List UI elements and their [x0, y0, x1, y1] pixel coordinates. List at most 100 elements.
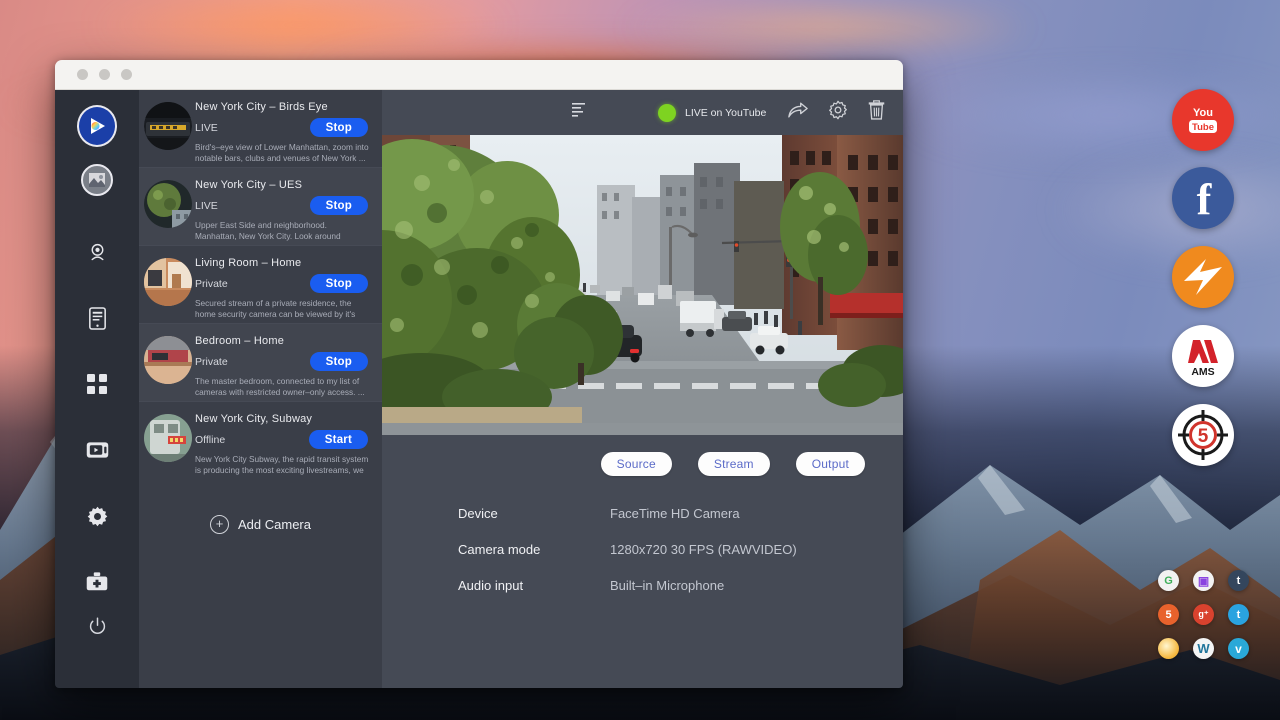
info-value[interactable]: FaceTime HD Camera: [610, 506, 740, 521]
camera-state: LIVE: [195, 200, 218, 212]
list-item[interactable]: New York City, Subway Offline Start New …: [139, 402, 382, 480]
info-value[interactable]: Built–in Microphone: [610, 578, 724, 593]
camera-state: LIVE: [195, 122, 218, 134]
live-status-indicator: LIVE on YouTube: [658, 104, 766, 122]
camera-thumbnail: [144, 414, 192, 462]
camera-action-button[interactable]: Stop: [310, 118, 368, 137]
camera-action-button[interactable]: Stop: [310, 352, 368, 371]
info-label: Device: [458, 506, 610, 521]
first-aid-kit-icon: [86, 572, 108, 592]
sidebar-item-account[interactable]: [77, 160, 117, 200]
add-camera-label: Add Camera: [238, 517, 311, 532]
power-icon: [88, 617, 107, 636]
channel5-mini-icon[interactable]: 5: [1158, 604, 1179, 625]
main-panel: LIVE on YouTube: [382, 90, 903, 688]
sky-cloud: [90, 0, 510, 60]
sidebar-item-mobile[interactable]: [77, 298, 117, 338]
camera-title: Bedroom – Home: [195, 335, 374, 347]
camera-description: Upper East Side and neighborhood. Manhat…: [195, 220, 374, 243]
share-button[interactable]: [788, 102, 808, 124]
list-item[interactable]: New York City – UES LIVE Stop Upper East…: [139, 168, 382, 246]
svg-text:You: You: [1193, 107, 1213, 119]
info-row: Device FaceTime HD Camera: [458, 506, 903, 521]
wowza-dock-icon[interactable]: [1172, 246, 1234, 308]
youtube-dock-icon[interactable]: You Tube: [1172, 89, 1234, 151]
info-label: Camera mode: [458, 542, 610, 557]
settings-button[interactable]: [828, 100, 848, 125]
twitch-mini-icon[interactable]: ▣: [1193, 570, 1214, 591]
camera-description: The master bedroom, connected to my list…: [195, 376, 374, 398]
webcam-icon: [87, 242, 108, 263]
video-preview[interactable]: [382, 135, 903, 435]
camera-action-button[interactable]: Start: [309, 430, 368, 449]
add-camera-button[interactable]: + Add Camera: [139, 515, 382, 534]
info-value[interactable]: 1280x720 30 FPS (RAWVIDEO): [610, 542, 797, 557]
googleplus-mini-icon[interactable]: g⁺: [1193, 604, 1214, 625]
main-toolbar: LIVE on YouTube: [382, 90, 903, 135]
tab-source[interactable]: Source: [601, 452, 672, 476]
sky-cloud: [1050, 150, 1280, 270]
channel5-dock-icon[interactable]: 5: [1172, 404, 1234, 466]
source-info-panel: Device FaceTime HD Camera Camera mode 12…: [382, 476, 903, 614]
tab-output[interactable]: Output: [796, 452, 865, 476]
camera-title: New York City, Subway: [195, 413, 374, 425]
align-left-icon[interactable]: [572, 102, 588, 123]
maximize-window-button[interactable]: [121, 69, 132, 80]
info-row: Audio input Built–in Microphone: [458, 578, 903, 593]
trash-icon: [868, 100, 885, 120]
sidebar-item-broadcast[interactable]: [77, 430, 117, 470]
camera-action-button[interactable]: Stop: [310, 274, 368, 293]
video-device-icon: [86, 441, 109, 459]
camera-state: Private: [195, 278, 228, 290]
sidebar-item-settings[interactable]: [77, 496, 117, 536]
sidebar-item-cameras[interactable]: [77, 232, 117, 272]
info-label: Audio input: [458, 578, 610, 593]
facebook-dock-icon[interactable]: f: [1172, 167, 1234, 229]
camera-thumbnail: [144, 258, 192, 306]
wordpress-mini-icon[interactable]: W: [1193, 638, 1214, 659]
sidebar-item-dashboard[interactable]: [77, 364, 117, 404]
list-item[interactable]: Bedroom – Home Private Stop The master b…: [139, 324, 382, 402]
gumroad-mini-icon[interactable]: G: [1158, 570, 1179, 591]
sky-cloud: [620, 0, 1040, 55]
minimize-window-button[interactable]: [99, 69, 110, 80]
glow-mini-icon[interactable]: [1158, 638, 1179, 659]
sidebar-item-toolkit[interactable]: [77, 562, 117, 602]
camera-thumbnail: [144, 102, 192, 150]
camera-state: Private: [195, 356, 228, 368]
gear-icon: [87, 506, 108, 527]
vimeo-mini-icon[interactable]: v: [1228, 638, 1249, 659]
youtube-logo-icon: You Tube: [1180, 103, 1226, 137]
twitter-mini-icon[interactable]: t: [1228, 604, 1249, 625]
facebook-logo-icon: f: [1188, 176, 1218, 220]
grid-icon: [87, 374, 107, 394]
sidebar-rail: [55, 90, 139, 688]
camera-list-panel[interactable]: New York City – Birds Eye LIVE Stop Bird…: [139, 90, 382, 688]
sidebar-item-power[interactable]: [77, 606, 117, 646]
svg-text:AMS: AMS: [1191, 366, 1214, 378]
camera-state: Offline: [195, 434, 225, 446]
user-photo-icon: [81, 164, 113, 196]
delete-button[interactable]: [868, 100, 885, 125]
window-titlebar: [55, 60, 903, 90]
target-five-icon: 5: [1175, 407, 1231, 463]
svg-text:5: 5: [1198, 426, 1209, 447]
tab-stream[interactable]: Stream: [698, 452, 770, 476]
share-arrow-icon: [788, 102, 808, 119]
camera-action-button[interactable]: Stop: [310, 196, 368, 215]
camera-description: Bird's–eye view of Lower Manhattan, zoom…: [195, 142, 374, 164]
plus-icon: +: [210, 515, 229, 534]
svg-text:f: f: [1197, 176, 1213, 220]
list-item[interactable]: Living Room – Home Private Stop Secured …: [139, 246, 382, 324]
camera-title: Living Room – Home: [195, 257, 374, 269]
close-window-button[interactable]: [77, 69, 88, 80]
play-logo-icon: [77, 105, 117, 147]
tumblr-mini-icon[interactable]: t: [1228, 570, 1249, 591]
wowza-lightning-icon: [1180, 257, 1226, 297]
list-item[interactable]: New York City – Birds Eye LIVE Stop Bird…: [139, 90, 382, 168]
adobe-logo-icon: AMS: [1180, 333, 1226, 379]
sidebar-item-app-logo[interactable]: [77, 106, 117, 146]
adobe-ams-dock-icon[interactable]: AMS: [1172, 325, 1234, 387]
video-frame: [382, 135, 903, 435]
camera-title: New York City – Birds Eye: [195, 101, 374, 113]
